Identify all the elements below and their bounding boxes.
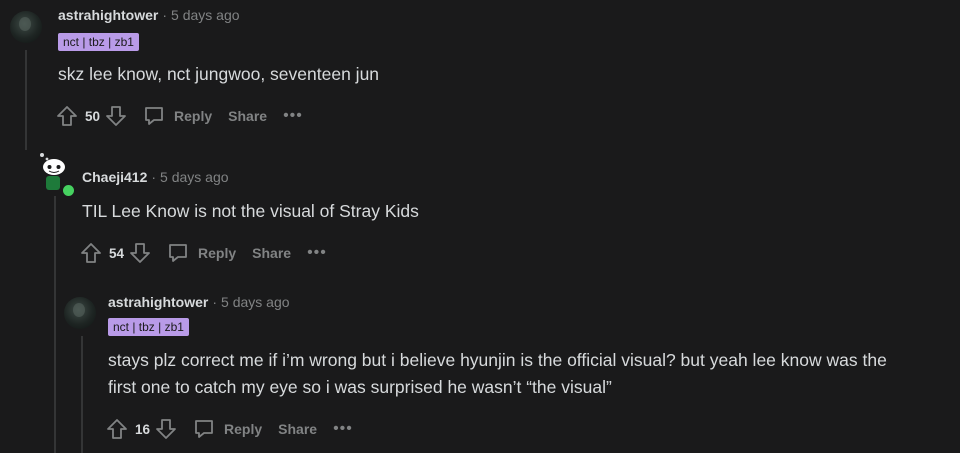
vote-count: 16 xyxy=(135,421,151,437)
dot-separator: · xyxy=(212,294,218,310)
comment-bubble-icon xyxy=(195,420,213,438)
comment-text: skz lee know, nct jungwoo, seventeen jun xyxy=(58,64,380,84)
more-options-icon[interactable]: ••• xyxy=(283,107,303,125)
online-status-badge xyxy=(61,183,76,198)
dot-separator: · xyxy=(151,169,157,185)
upvote-icon[interactable] xyxy=(55,104,79,128)
comment-text-line: first one to catch my eye so i was surpr… xyxy=(108,377,612,397)
thread-line[interactable] xyxy=(81,336,83,453)
timestamp[interactable]: 5 days ago xyxy=(221,294,290,310)
reply-button[interactable]: Reply xyxy=(192,417,262,441)
comment-bubble-icon xyxy=(169,244,187,262)
upvote-icon[interactable] xyxy=(105,417,129,441)
user-flair: nct | tbz | zb1 xyxy=(58,33,139,51)
comment-text: TIL Lee Know is not the visual of Stray … xyxy=(82,201,419,221)
more-options-icon[interactable]: ••• xyxy=(333,420,353,438)
comment-meta: Chaeji412 · 5 days ago xyxy=(82,169,229,185)
downvote-icon[interactable] xyxy=(128,241,152,265)
author-name[interactable]: astrahightower xyxy=(108,294,208,310)
comment-meta: astrahightower · 5 days ago xyxy=(58,7,240,23)
reply-button[interactable]: Reply xyxy=(142,104,212,128)
reply-button[interactable]: Reply xyxy=(166,241,236,265)
comment-actions: 54 Reply Share ••• xyxy=(79,239,327,267)
share-button[interactable]: Share xyxy=(252,245,291,261)
timestamp[interactable]: 5 days ago xyxy=(160,169,229,185)
comment-meta: astrahightower · 5 days ago xyxy=(108,294,290,310)
upvote-icon[interactable] xyxy=(79,241,103,265)
comment-actions: 16 Reply Share ••• xyxy=(105,415,353,443)
share-button[interactable]: Share xyxy=(278,421,317,437)
author-name[interactable]: astrahightower xyxy=(58,7,158,23)
downvote-icon[interactable] xyxy=(104,104,128,128)
user-flair: nct | tbz | zb1 xyxy=(108,318,189,336)
share-button[interactable]: Share xyxy=(228,108,267,124)
comment-actions: 50 Reply Share ••• xyxy=(55,102,303,130)
comment-text-line: stays plz correct me if i’m wrong but i … xyxy=(108,350,887,370)
thread-line[interactable] xyxy=(25,50,27,150)
downvote-icon[interactable] xyxy=(154,417,178,441)
user-avatar[interactable] xyxy=(64,297,96,329)
more-options-icon[interactable]: ••• xyxy=(307,244,327,262)
comment-bubble-icon xyxy=(145,107,163,125)
dot-separator: · xyxy=(162,7,168,23)
thread-line[interactable] xyxy=(54,196,56,453)
user-avatar[interactable] xyxy=(10,11,42,43)
reply-label: Reply xyxy=(224,421,263,437)
author-name[interactable]: Chaeji412 xyxy=(82,169,147,185)
reply-label: Reply xyxy=(174,108,213,124)
timestamp[interactable]: 5 days ago xyxy=(171,7,240,23)
vote-count: 50 xyxy=(85,108,101,124)
vote-count: 54 xyxy=(109,245,125,261)
reply-label: Reply xyxy=(198,245,237,261)
